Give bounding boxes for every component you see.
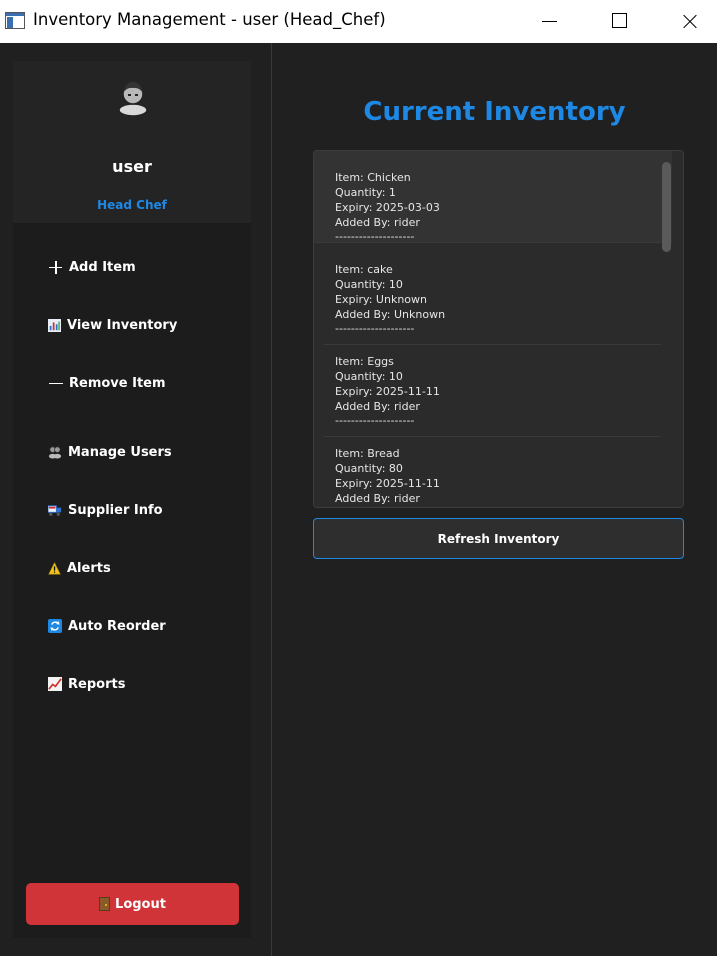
refresh-icon	[48, 619, 62, 633]
item-expiry: Expiry: 2025-03-03	[335, 201, 440, 214]
item-expiry: Expiry: Unknown	[335, 293, 427, 306]
item-quantity: Quantity: 10	[335, 370, 403, 383]
sidebar-item-supplier-info[interactable]: Supplier Info	[48, 498, 228, 522]
item-separator: --------------------	[335, 230, 415, 243]
username: user	[112, 157, 152, 176]
item-quantity: Quantity: 80	[335, 462, 403, 475]
item-added-by: Added By: Unknown	[335, 308, 446, 321]
users-icon	[48, 446, 62, 459]
logout-button[interactable]: Logout	[26, 883, 239, 925]
user-role: Head Chef	[97, 198, 167, 212]
item-added-by: Added By: rider	[335, 216, 420, 229]
list-item[interactable]: Item: Eggs Quantity: 10 Expiry: 2025-11-…	[324, 345, 661, 437]
sidebar-item-label: Reports	[68, 676, 126, 692]
logout-label: Logout	[115, 896, 166, 912]
item-name: Item: Eggs	[335, 355, 394, 368]
sidebar-item-label: Add Item	[69, 259, 136, 275]
person-icon	[118, 82, 148, 117]
scrollbar[interactable]	[662, 162, 671, 252]
item-name: Item: Chicken	[335, 171, 411, 184]
item-separator: --------------------	[335, 414, 415, 427]
sidebar-item-label: Auto Reorder	[68, 618, 166, 634]
bar-chart-icon	[48, 318, 61, 332]
sidebar-divider	[271, 43, 272, 956]
page-title: Current Inventory	[363, 97, 626, 127]
sidebar-item-alerts[interactable]: Alerts	[48, 556, 228, 580]
sidebar-item-view-inventory[interactable]: View Inventory	[48, 313, 228, 337]
plus-icon	[48, 260, 63, 275]
profile-card: user Head Chef	[13, 61, 251, 223]
app-icon	[5, 12, 25, 29]
minus-icon	[48, 376, 63, 391]
maximize-button[interactable]	[597, 0, 643, 43]
list-item[interactable]: Item: Bread Quantity: 80 Expiry: 2025-11…	[324, 437, 661, 507]
item-name: Item: cake	[335, 263, 393, 276]
inventory-list[interactable]: Item: Chicken Quantity: 1 Expiry: 2025-0…	[313, 150, 684, 508]
sidebar-item-label: View Inventory	[67, 317, 178, 333]
line-chart-icon	[48, 677, 62, 691]
item-added-by: Added By: rider	[335, 492, 420, 505]
sidebar-item-add-item[interactable]: Add Item	[48, 255, 228, 279]
item-quantity: Quantity: 1	[335, 186, 396, 199]
item-expiry: Expiry: 2025-11-11	[335, 385, 440, 398]
close-button[interactable]	[667, 0, 713, 43]
sidebar-item-label: Manage Users	[68, 444, 172, 460]
window-title: Inventory Management - user (Head_Chef)	[33, 10, 386, 29]
sidebar-item-label: Alerts	[67, 560, 111, 576]
truck-icon	[48, 505, 62, 516]
sidebar-item-auto-reorder[interactable]: Auto Reorder	[48, 614, 228, 638]
warning-icon	[48, 561, 61, 574]
title-bar: Inventory Management - user (Head_Chef)	[0, 0, 717, 43]
sidebar-item-label: Remove Item	[69, 375, 166, 391]
sidebar: user Head Chef Add Item View Inventory R…	[13, 61, 251, 938]
sidebar-item-manage-users[interactable]: Manage Users	[48, 440, 228, 464]
item-name: Item: Bread	[335, 447, 400, 460]
sidebar-item-label: Supplier Info	[68, 502, 163, 518]
sidebar-item-remove-item[interactable]: Remove Item	[48, 371, 228, 395]
item-separator: --------------------	[335, 322, 415, 335]
list-item[interactable]: Item: Chicken Quantity: 1 Expiry: 2025-0…	[314, 151, 672, 243]
door-icon	[99, 897, 111, 911]
item-quantity: Quantity: 10	[335, 278, 403, 291]
item-added-by: Added By: rider	[335, 400, 420, 413]
minimize-button[interactable]	[527, 0, 573, 43]
item-expiry: Expiry: 2025-11-11	[335, 477, 440, 490]
list-item[interactable]: Item: cake Quantity: 10 Expiry: Unknown …	[324, 253, 661, 345]
refresh-inventory-button[interactable]: Refresh Inventory	[313, 518, 684, 559]
sidebar-item-reports[interactable]: Reports	[48, 672, 228, 696]
